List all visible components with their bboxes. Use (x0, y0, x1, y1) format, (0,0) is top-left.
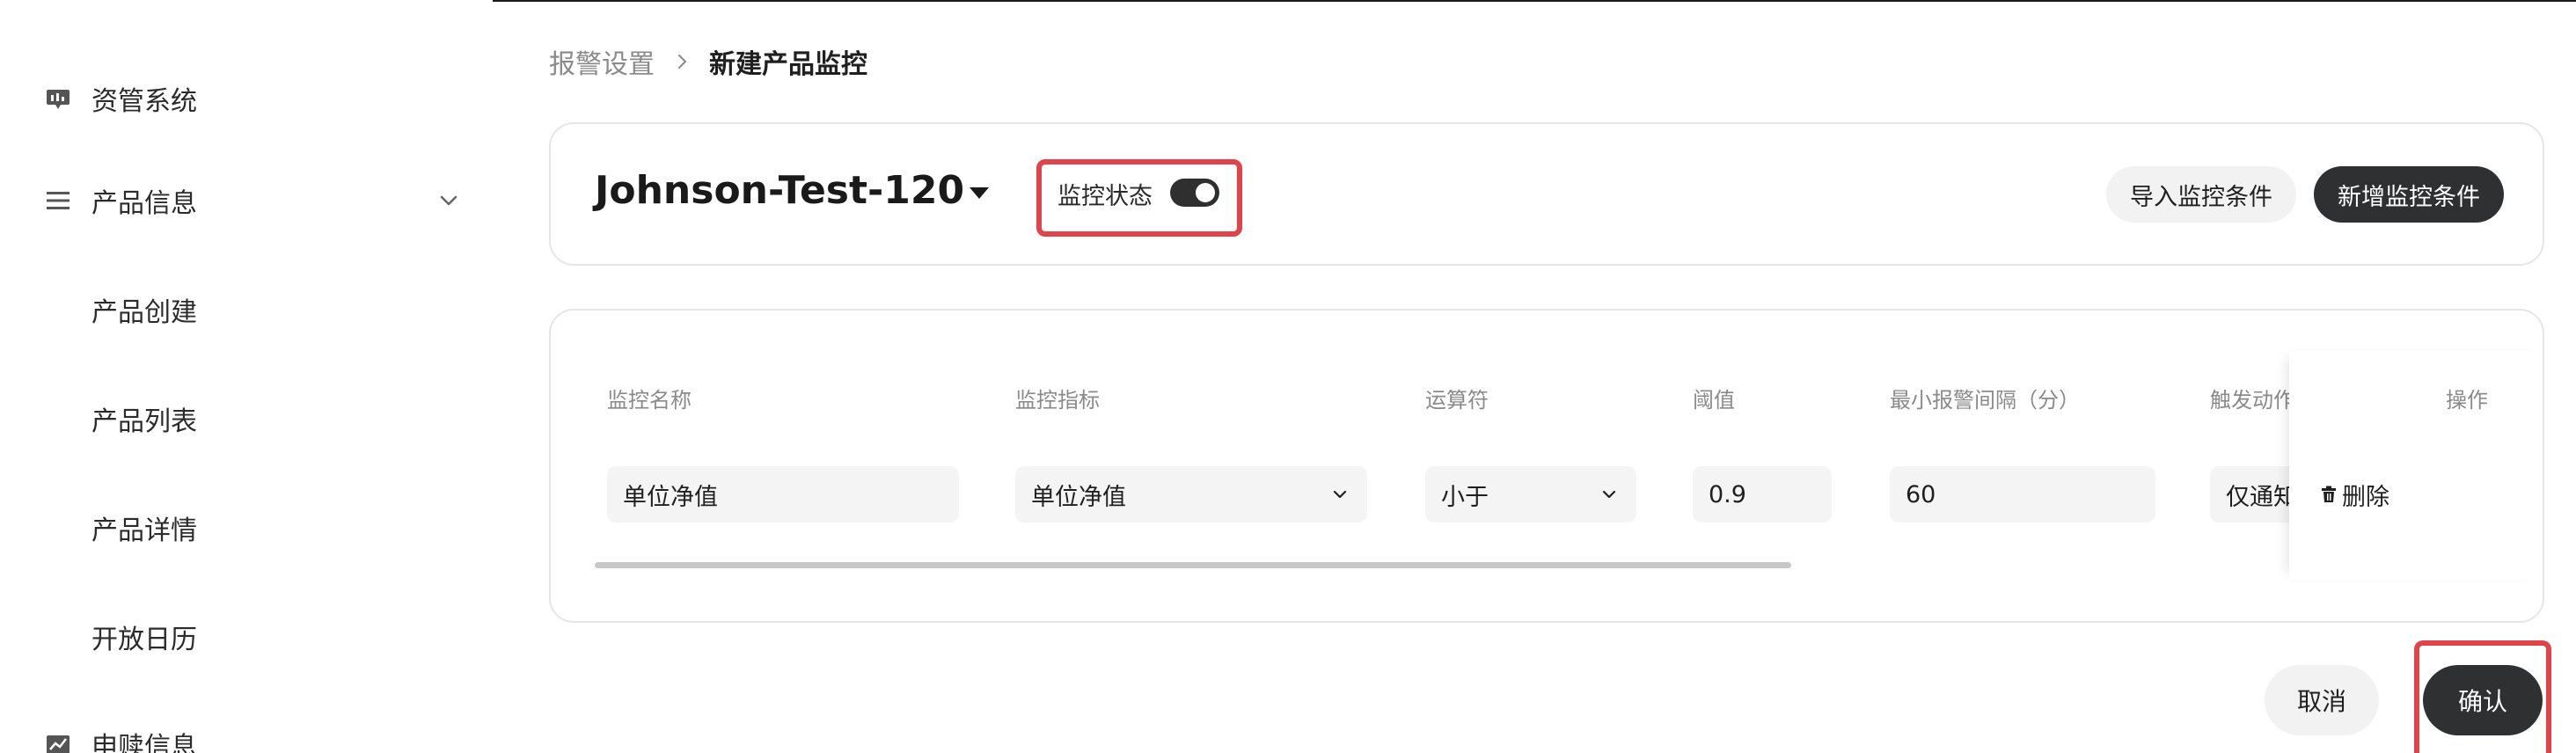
sidebar-item-label: 开放日历 (91, 625, 197, 655)
sidebar-item-label: 申赎信息 (91, 732, 197, 753)
trash-icon (2322, 486, 2336, 502)
trigger-action-value: 仅通知 (2226, 483, 2297, 511)
sidebar-item-open-calendar[interactable]: 开放日历 (0, 602, 493, 672)
conditions-table: 监控名称 监控指标 运算符 阈值 最小报警间隔（分） 触发动作 单位净值 单位净… (549, 309, 2544, 623)
monitor-status-label: 监控状态 (1057, 183, 1153, 210)
column-header: 阈值 (1693, 388, 1735, 413)
operator-select[interactable]: 小于 (1425, 466, 1636, 523)
sidebar-item-label: 资管系统 (91, 86, 197, 117)
operator-select-value: 小于 (1441, 483, 1489, 511)
menu-list-icon (47, 192, 70, 209)
column-header: 监控名称 (607, 388, 692, 413)
min-interval-input[interactable]: 60 (1890, 466, 2155, 523)
sidebar-item-subscription-info[interactable]: 申赎信息 (0, 709, 493, 753)
monitor-name-input[interactable]: 单位净值 (607, 466, 959, 523)
sidebar-item-product-list[interactable]: 产品列表 (0, 384, 493, 454)
metric-select[interactable]: 单位净值 (1015, 466, 1367, 523)
chevron-down-icon (1602, 490, 1616, 499)
product-name[interactable]: Johnson-Test-120 (595, 168, 964, 213)
breadcrumb: 报警设置 新建产品监控 (549, 42, 867, 81)
sidebar-item-label: 产品列表 (91, 406, 197, 437)
sidebar-item-product-info[interactable]: 产品信息 (0, 165, 493, 236)
metric-select-value: 单位净值 (1031, 483, 1126, 511)
sidebar-item-asset-system[interactable]: 资管系统 (0, 63, 493, 134)
confirm-button[interactable]: 确认 (2423, 665, 2543, 735)
breadcrumb-current: 新建产品监控 (709, 49, 867, 80)
chart-icon (47, 735, 70, 753)
fixed-action-column (2289, 351, 2543, 580)
column-header: 触发动作 (2210, 388, 2294, 413)
sidebar-item-label: 产品详情 (91, 515, 197, 546)
monitor-status-toggle[interactable] (1170, 179, 1219, 207)
sidebar: 资管系统 产品信息 产品创建 产品列表 产品详情 开放日历 申赎信息 (0, 0, 493, 753)
chevron-down-icon (440, 195, 457, 206)
cancel-button[interactable]: 取消 (2265, 665, 2379, 735)
delete-row-button[interactable]: 删除 (2319, 475, 2389, 514)
sidebar-item-product-detail[interactable]: 产品详情 (0, 493, 493, 563)
sidebar-item-label: 产品信息 (91, 188, 197, 219)
chevron-right-icon (678, 55, 686, 69)
horizontal-scrollbar[interactable] (595, 562, 1791, 568)
threshold-input[interactable]: 0.9 (1693, 466, 1832, 523)
column-header: 运算符 (1425, 388, 1489, 413)
sidebar-item-label: 产品创建 (91, 297, 197, 328)
column-header: 监控指标 (1015, 388, 1100, 413)
toggle-knob (1196, 183, 1215, 202)
import-conditions-button[interactable]: 导入监控条件 (2106, 166, 2296, 223)
delete-label: 删除 (2342, 483, 2389, 511)
sidebar-item-product-create[interactable]: 产品创建 (0, 274, 493, 345)
product-header-card: Johnson-Test-120 监控状态 导入监控条件 新增监控条件 (549, 122, 2544, 266)
add-condition-button[interactable]: 新增监控条件 (2314, 166, 2504, 223)
column-header: 操作 (2446, 388, 2488, 413)
chevron-down-icon (1333, 490, 1347, 499)
dashboard-icon (47, 90, 70, 109)
column-header: 最小报警间隔（分） (1890, 388, 2080, 413)
caret-down-icon[interactable] (968, 184, 991, 201)
breadcrumb-parent-link[interactable]: 报警设置 (549, 42, 655, 81)
